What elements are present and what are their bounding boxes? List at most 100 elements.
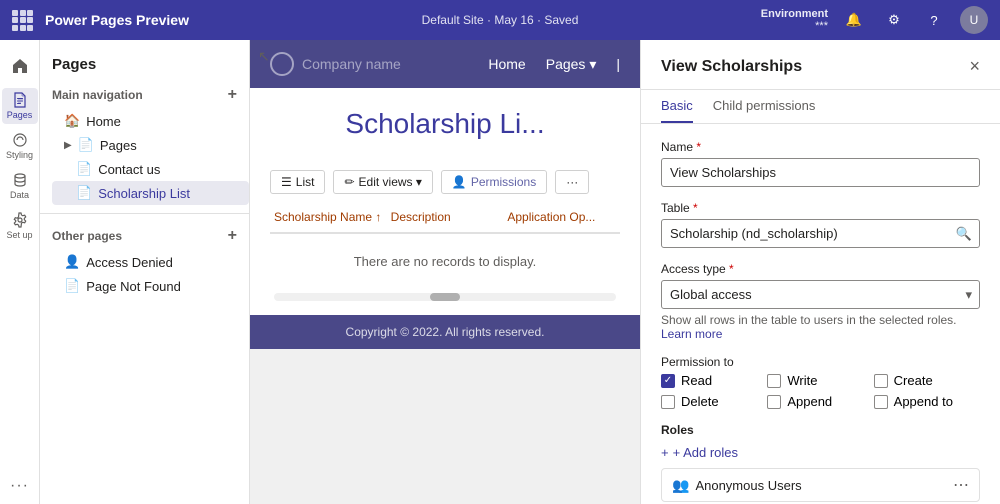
perm-create: Create	[874, 373, 980, 388]
access-type-select[interactable]: Global access Account Self	[661, 280, 980, 309]
sidebar-item-styling[interactable]: Styling	[2, 128, 38, 164]
name-label: Name	[661, 140, 980, 154]
pages-sidebar: Pages Main navigation + 🏠 Home ▶ 📄 Pages…	[40, 40, 250, 504]
notifications-icon[interactable]: 🔔	[840, 6, 868, 34]
add-main-nav-button[interactable]: +	[228, 87, 237, 103]
scrollbar-thumb[interactable]	[430, 293, 460, 301]
table-input[interactable]	[661, 219, 980, 248]
perm-append-label: Append	[787, 394, 832, 409]
more-button[interactable]: ···	[555, 170, 589, 194]
tab-basic[interactable]: Basic	[661, 90, 693, 123]
edit-views-button[interactable]: ✏ Edit views ▾	[333, 170, 432, 194]
nav-item-home[interactable]: 🏠 Home	[40, 109, 249, 133]
scholarship-label: Scholarship List	[98, 186, 190, 201]
perm-read: ✓ Read	[661, 373, 767, 388]
setup-label: Set up	[6, 230, 32, 240]
add-roles-button[interactable]: + + Add roles	[661, 445, 980, 460]
page-group-icon: 📄	[78, 137, 94, 153]
main-layout: Pages Styling Data Set up ··· Pages Main…	[0, 40, 1000, 504]
company-name: Company name	[302, 56, 401, 72]
perm-append-to: Append to	[874, 394, 980, 409]
list-button[interactable]: ☰ List	[270, 170, 325, 194]
perm-read-label: Read	[681, 373, 712, 388]
list-icon: ☰	[281, 175, 292, 189]
environment-info: Environment ***	[761, 8, 828, 32]
perm-write-label: Write	[787, 373, 817, 388]
more-icon: ···	[566, 175, 578, 189]
table-header: Scholarship Name ↑ Description Applicati…	[270, 202, 620, 234]
table-empty-message: There are no records to display.	[270, 234, 620, 289]
perm-read-checkbox[interactable]: ✓	[661, 374, 675, 388]
nav-item-page-not-found[interactable]: 📄 Page Not Found	[40, 274, 249, 298]
sidebar-item-setup[interactable]: Set up	[2, 208, 38, 244]
role-anonymous-more[interactable]: ⋯	[953, 475, 969, 495]
col-name: Scholarship Name ↑	[270, 206, 387, 228]
add-icon: +	[661, 445, 669, 460]
add-roles-label: + Add roles	[673, 445, 738, 460]
settings-icon[interactable]: ⚙	[880, 6, 908, 34]
permission-to-group: Permission to ✓ Read Write Create	[661, 355, 980, 409]
nav-item-contact-us[interactable]: 📄 Contact us	[52, 157, 249, 181]
save-status: Default Site · May 16 · Saved	[422, 13, 579, 27]
nav-item-scholarship-list[interactable]: 📄 Scholarship List ···	[52, 181, 249, 205]
page-not-found-icon: 📄	[64, 278, 80, 294]
app-logo	[12, 10, 33, 31]
perm-append-checkbox[interactable]	[767, 395, 781, 409]
nav-item-access-denied[interactable]: 👤 Access Denied	[40, 250, 249, 274]
perm-create-label: Create	[894, 373, 933, 388]
scholarship-table-area: ☰ List ✏ Edit views ▾ 👤 Permissions ···	[250, 160, 640, 315]
permission-to-label: Permission to	[661, 355, 980, 369]
add-other-page-button[interactable]: +	[228, 228, 237, 244]
site-nav-extra[interactable]: |	[616, 56, 620, 73]
access-type-select-wrap: Global access Account Self ▾	[661, 280, 980, 309]
table-toolbar: ☰ List ✏ Edit views ▾ 👤 Permissions ···	[270, 170, 620, 194]
topbar: Power Pages Preview Default Site · May 1…	[0, 0, 1000, 40]
site-nav-pages[interactable]: Pages ▾	[546, 56, 597, 73]
edit-views-icon: ✏	[344, 175, 354, 189]
table-label: Table	[661, 201, 980, 215]
site-footer: Copyright © 2022. All rights reserved.	[250, 315, 640, 349]
contact-label: Contact us	[98, 162, 160, 177]
perm-append-to-label: Append to	[894, 394, 953, 409]
learn-more-link[interactable]: Learn more	[661, 327, 722, 341]
sidebar-item-pages[interactable]: Pages	[2, 88, 38, 124]
data-label: Data	[10, 190, 29, 200]
perm-write-checkbox[interactable]	[767, 374, 781, 388]
access-type-help: Show all rows in the table to users in t…	[661, 313, 980, 341]
permissions-button[interactable]: 👤 Permissions	[441, 170, 547, 194]
nav-item-pages-group[interactable]: ▶ 📄 Pages	[40, 133, 249, 157]
site-logo-circle	[270, 52, 294, 76]
role-anonymous-label: Anonymous Users	[695, 478, 801, 493]
permissions-grid: ✓ Read Write Create Delete	[661, 373, 980, 409]
help-icon[interactable]: ?	[920, 6, 948, 34]
pages-label: Pages	[7, 110, 33, 120]
contact-page-icon: 📄	[76, 161, 92, 177]
site-topbar: Company name Home Pages ▾ |	[250, 40, 640, 88]
access-type-field-group: Access type Global access Account Self ▾…	[661, 262, 980, 341]
table-field-group: Table 🔍	[661, 201, 980, 248]
perm-append-to-checkbox[interactable]	[874, 395, 888, 409]
perm-delete: Delete	[661, 394, 767, 409]
perm-create-checkbox[interactable]	[874, 374, 888, 388]
icon-sidebar: Pages Styling Data Set up ···	[0, 40, 40, 504]
perm-delete-label: Delete	[681, 394, 719, 409]
perm-delete-checkbox[interactable]	[661, 395, 675, 409]
name-input[interactable]	[661, 158, 980, 187]
site-nav: Home Pages ▾ |	[488, 56, 620, 73]
site-nav-home[interactable]: Home	[488, 56, 525, 73]
panel-close-button[interactable]: ×	[969, 56, 980, 77]
app-title: Power Pages Preview	[45, 12, 189, 28]
sidebar-item-home[interactable]	[2, 48, 38, 84]
scrollbar-track[interactable]	[274, 293, 616, 301]
content-area: ↖ Company name Home Pages ▾ | Scholarshi…	[250, 40, 640, 504]
right-panel: View Scholarships × Basic Child permissi…	[640, 40, 1000, 504]
roles-label: Roles	[661, 423, 980, 437]
resize-icon: ↖	[258, 48, 270, 65]
tab-child-permissions[interactable]: Child permissions	[713, 90, 816, 123]
avatar[interactable]: U	[960, 6, 988, 34]
table-input-wrap: 🔍	[661, 219, 980, 248]
sidebar-item-more[interactable]: ···	[2, 468, 38, 504]
sidebar-item-data[interactable]: Data	[2, 168, 38, 204]
pages-title: Pages	[52, 56, 96, 73]
panel-body: Name Table 🔍 Access type Global access A…	[641, 124, 1000, 504]
